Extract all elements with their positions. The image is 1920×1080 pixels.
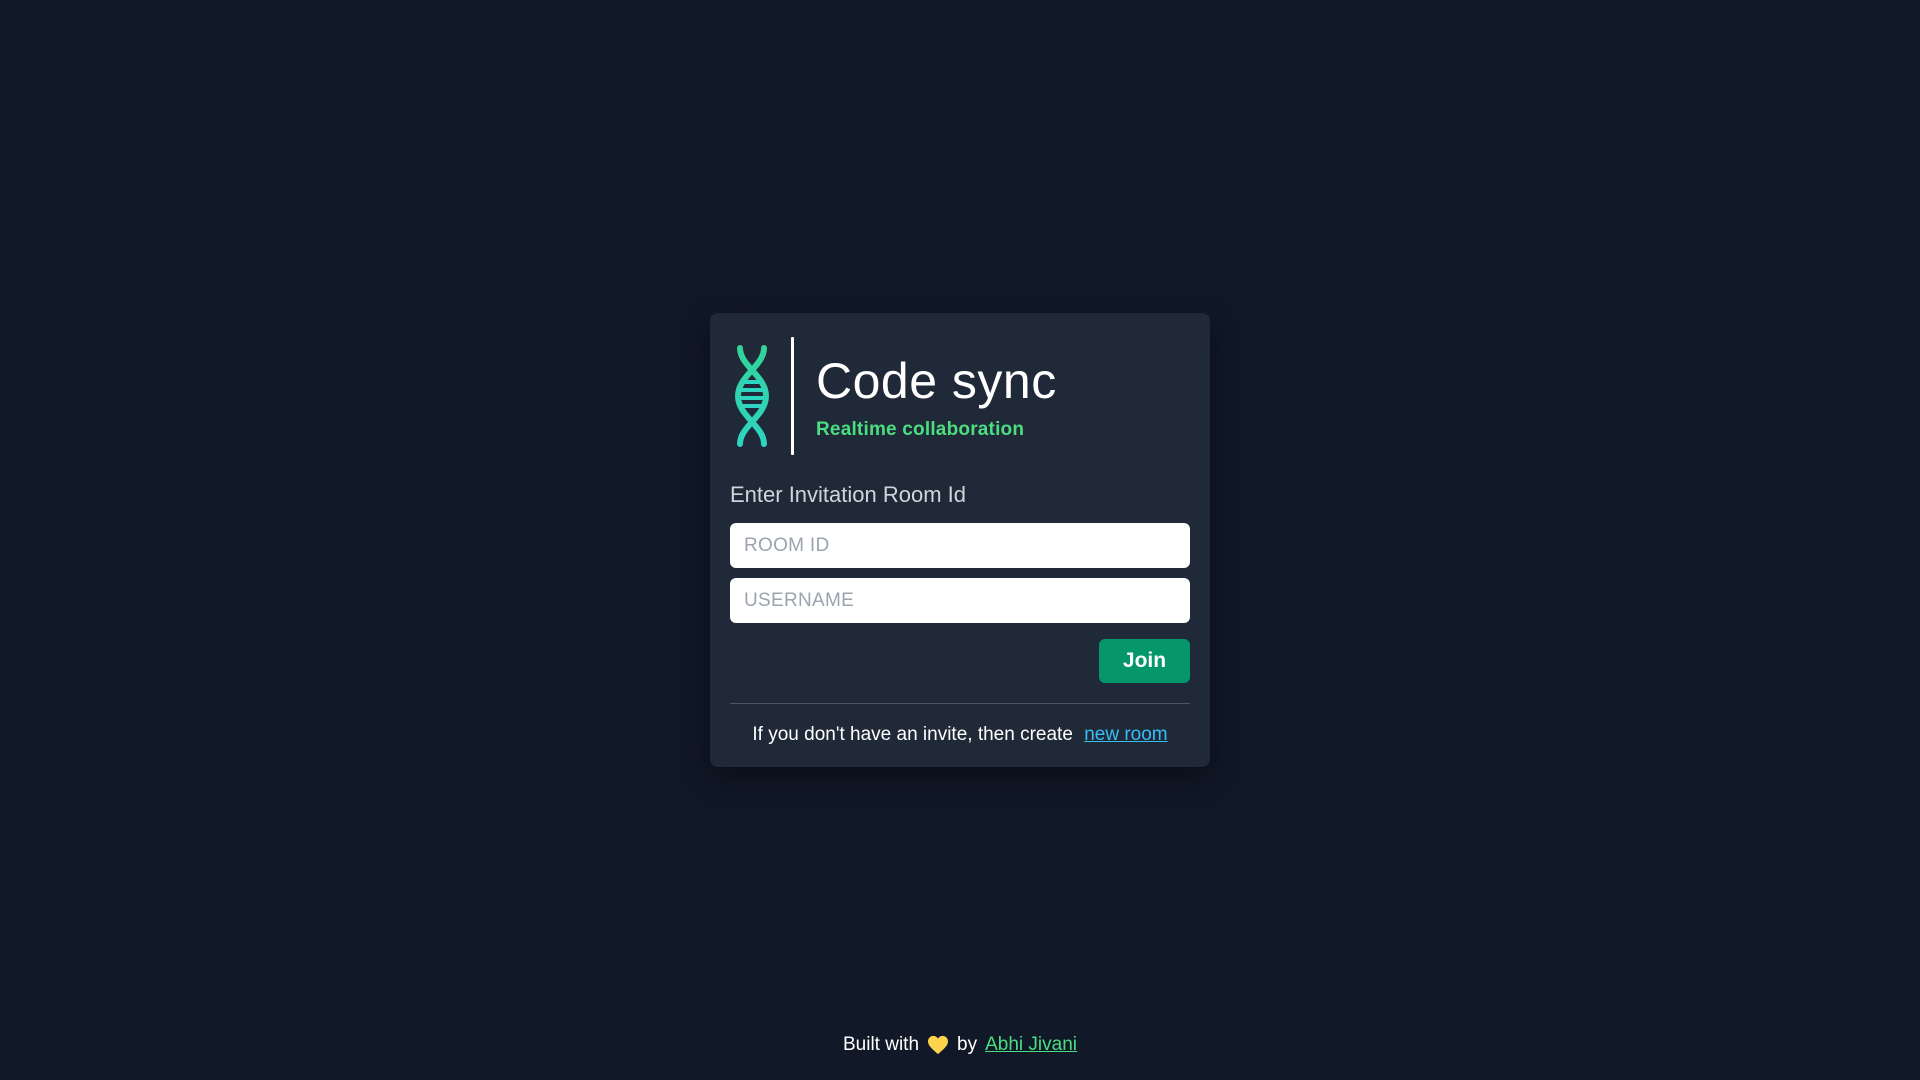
create-room-prompt: If you don't have an invite, then create… xyxy=(730,724,1190,746)
footer-built-with: Built with xyxy=(843,1034,920,1055)
brand-header: Code sync Realtime collaboration xyxy=(730,337,1190,455)
room-id-label: Enter Invitation Room Id xyxy=(730,482,967,507)
heart-icon xyxy=(927,1035,949,1055)
card-separator xyxy=(730,703,1190,704)
brand-text: Code sync Realtime collaboration xyxy=(816,351,1057,441)
room-id-input[interactable] xyxy=(730,523,1190,568)
username-input[interactable] xyxy=(730,578,1190,623)
app-subtitle: Realtime collaboration xyxy=(816,419,1025,440)
form-actions: Join xyxy=(730,639,1190,683)
author-link[interactable]: Abhi Jivani xyxy=(985,1034,1077,1056)
footer-by: by xyxy=(957,1034,978,1055)
footer: Built with by Abhi Jivani xyxy=(0,1034,1920,1056)
brand-divider xyxy=(791,337,794,455)
app-title: Code sync xyxy=(816,353,1057,409)
join-card: Code sync Realtime collaboration Enter I… xyxy=(710,313,1210,767)
join-button[interactable]: Join xyxy=(1099,639,1190,683)
join-page: Code sync Realtime collaboration Enter I… xyxy=(0,0,1920,1080)
create-room-text: If you don't have an invite, then create xyxy=(752,724,1073,745)
dna-helix-icon xyxy=(730,344,774,448)
new-room-link[interactable]: new room xyxy=(1084,724,1167,745)
